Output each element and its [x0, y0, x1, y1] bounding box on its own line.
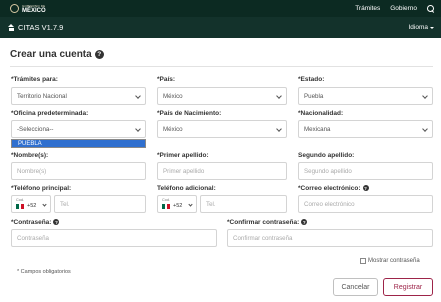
telefono-principal-label: *Teléfono principal: [11, 185, 72, 192]
help-icon[interactable]: ? [94, 50, 104, 59]
confirmar-contrasena-label: *Confirmar contraseña:? [227, 219, 308, 226]
show-password-checkbox[interactable] [360, 258, 366, 264]
telefono-principal-placeholder: Tel. [60, 200, 70, 208]
contrasena-label: *Contraseña:? [11, 219, 60, 226]
chevron-down-icon [42, 202, 47, 207]
correo-label: *Correo electrónico:? [298, 185, 369, 192]
help-icon[interactable]: ? [362, 185, 369, 192]
contrasena-label-text: *Contraseña: [11, 219, 52, 226]
telefono-principal-prefix-select[interactable]: Cod. +52 [11, 195, 51, 213]
telefono-adicional-prefix-select[interactable]: Cod. +52 [157, 195, 197, 213]
chevron-down-icon [135, 93, 141, 99]
nacionalidad-select[interactable]: Mexicana [298, 120, 433, 138]
cod-label: Cod. [162, 198, 171, 202]
pais-value: México [163, 92, 183, 100]
language-label: Idioma [408, 24, 428, 31]
app-bar: CITAS V1.7.9 Idioma [0, 17, 441, 38]
mexico-flag-icon [162, 204, 171, 209]
chevron-down-icon [188, 202, 193, 207]
tramites-label: *Trámites para: [11, 76, 58, 83]
correo-label-text: *Correo electrónico: [298, 185, 361, 192]
register-button[interactable]: Registrar [383, 278, 433, 296]
pais-label: *País: [157, 76, 176, 83]
oficina-dropdown-list: PUEBLA [11, 139, 146, 148]
segundo-apellido-input[interactable]: Segundo apellido [298, 162, 433, 180]
nombres-placeholder: Nombre(s) [17, 167, 47, 175]
gob-mx-logo[interactable]: GOBIERNO DE MÉXICO [10, 4, 46, 14]
telefono-adicional-label: Teléfono adicional: [157, 185, 216, 192]
primer-apellido-placeholder: Primer apellido [163, 167, 205, 175]
chevron-down-icon [422, 93, 428, 99]
contrasena-placeholder: Contraseña [17, 234, 49, 242]
pais-nacimiento-select[interactable]: México [157, 120, 287, 138]
oficina-select[interactable]: -Selecciona-- [11, 120, 146, 138]
pais-nacimiento-label: *País de Nacimiento: [157, 110, 222, 117]
chevron-down-icon [276, 126, 282, 132]
confirmar-contrasena-label-text: *Confirmar contraseña: [227, 219, 300, 226]
nombres-label: *Nombre(s): [11, 152, 49, 159]
chevron-down-icon [276, 93, 282, 99]
pais-select[interactable]: México [157, 87, 287, 105]
correo-input[interactable]: Correo electrónico [298, 195, 433, 213]
help-icon[interactable]: ? [301, 219, 308, 226]
chevron-down-icon [135, 126, 141, 132]
search-icon[interactable] [427, 4, 435, 13]
tramites-value: Territorio Nacional [17, 92, 67, 100]
cod-label: Cod. [16, 198, 25, 202]
nombres-input[interactable]: Nombre(s) [11, 162, 146, 180]
mexico-flag-icon [16, 204, 25, 209]
confirmar-contrasena-input[interactable]: Confirmar contraseña [227, 229, 433, 247]
page-title: Crear una cuenta ? [10, 49, 104, 60]
caret-down-icon [430, 26, 434, 29]
show-password-label: Mostrar contraseña [368, 258, 420, 264]
tramites-select[interactable]: Territorio Nacional [11, 87, 146, 105]
nav-link-tramites[interactable]: Trámites [355, 5, 380, 12]
estado-select[interactable]: Puebla [298, 87, 433, 105]
prefix-value: +52 [173, 203, 183, 209]
pais-nacimiento-value: México [163, 125, 183, 133]
language-menu[interactable]: Idioma [408, 24, 434, 31]
telefono-principal-input[interactable]: Tel. [54, 195, 146, 213]
gov-nav: Trámites Gobierno [355, 4, 435, 13]
oficina-value: -Selecciona-- [17, 125, 54, 133]
home-icon [8, 24, 15, 31]
eagle-emblem-icon [10, 4, 19, 13]
estado-label: *Estado: [298, 76, 325, 83]
nacionalidad-value: Mexicana [304, 125, 331, 133]
logo-big-text: MÉXICO [22, 7, 46, 14]
prefix-value: +52 [27, 203, 37, 209]
segundo-apellido-placeholder: Segundo apellido [304, 167, 352, 175]
telefono-adicional-placeholder: Tel. [206, 200, 216, 208]
app-title: CITAS V1.7.9 [18, 23, 64, 32]
nacionalidad-label: *Nacionalidad: [298, 110, 344, 117]
correo-placeholder: Correo electrónico [304, 200, 355, 208]
confirmar-contrasena-placeholder: Confirmar contraseña [233, 234, 293, 242]
app-home-link[interactable]: CITAS V1.7.9 [8, 23, 63, 32]
required-fields-note: * Campos obligatorios [17, 269, 71, 275]
title-divider [10, 66, 433, 67]
chevron-down-icon [422, 126, 428, 132]
telefono-adicional-input[interactable]: Tel. [200, 195, 287, 213]
contrasena-input[interactable]: Contraseña [11, 229, 217, 247]
primer-apellido-input[interactable]: Primer apellido [157, 162, 287, 180]
show-password-toggle[interactable]: Mostrar contraseña [360, 258, 420, 264]
oficina-label: *Oficina predeterminada: [11, 110, 89, 117]
segundo-apellido-label: Segundo apellido: [298, 152, 355, 159]
estado-value: Puebla [304, 92, 324, 100]
gov-topbar: GOBIERNO DE MÉXICO Trámites Gobierno [0, 0, 441, 17]
page-title-text: Crear una cuenta [10, 49, 92, 60]
primer-apellido-label: *Primer apellido: [157, 152, 209, 159]
nav-link-gobierno[interactable]: Gobierno [390, 5, 417, 12]
help-icon[interactable]: ? [53, 219, 60, 226]
dropdown-option-puebla[interactable]: PUEBLA [12, 140, 145, 147]
cancel-button[interactable]: Cancelar [333, 278, 378, 296]
